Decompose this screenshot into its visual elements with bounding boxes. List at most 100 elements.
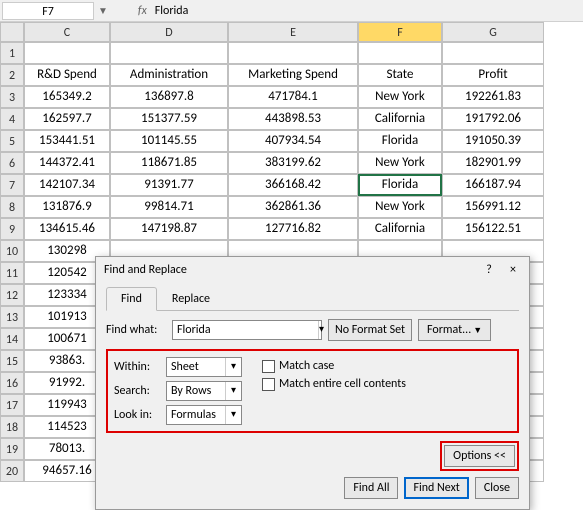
cell[interactable]: 156991.12 (442, 196, 544, 218)
help-icon[interactable]: ? (481, 263, 497, 277)
row-header[interactable]: 1 (0, 42, 24, 64)
row-header[interactable]: 18 (0, 416, 24, 438)
fx-icon[interactable]: fx (138, 4, 147, 18)
chevron-down-icon[interactable]: ▾ (318, 321, 324, 339)
find-what-input[interactable]: ▾ (172, 320, 322, 340)
cell[interactable]: 383199.62 (228, 152, 358, 174)
cell[interactable]: 134615.46 (24, 218, 110, 240)
cell[interactable]: 118671.85 (110, 152, 228, 174)
row-header[interactable]: 9 (0, 218, 24, 240)
cell[interactable]: 366168.42 (228, 174, 358, 196)
row-header[interactable]: 12 (0, 284, 24, 306)
row-header[interactable]: 5 (0, 130, 24, 152)
within-label: Within: (114, 360, 160, 374)
active-cell[interactable]: Florida (358, 174, 442, 196)
search-label: Search: (114, 384, 160, 398)
table-header[interactable]: State (358, 64, 442, 86)
col-header[interactable]: D (110, 22, 228, 42)
cell[interactable]: 162597.7 (24, 108, 110, 130)
row-header[interactable]: 6 (0, 152, 24, 174)
cell[interactable]: 182901.99 (442, 152, 544, 174)
close-button[interactable]: Close (475, 477, 519, 499)
row-header[interactable]: 3 (0, 86, 24, 108)
row-header[interactable]: 8 (0, 196, 24, 218)
cell[interactable]: 471784.1 (228, 86, 358, 108)
cell[interactable]: 127716.82 (228, 218, 358, 240)
chevron-down-icon: ▼ (473, 325, 482, 336)
row-header[interactable]: 15 (0, 350, 24, 372)
lookin-select[interactable]: Formulas▾ (166, 405, 242, 425)
within-select[interactable]: Sheet▾ (166, 357, 242, 377)
table-header[interactable]: Marketing Spend (228, 64, 358, 86)
options-button-highlight: Options << (440, 441, 519, 471)
row-header[interactable]: 20 (0, 460, 24, 482)
format-button[interactable]: Format... ▼ (418, 319, 491, 341)
cell[interactable]: 101145.55 (110, 130, 228, 152)
search-select[interactable]: By Rows▾ (166, 381, 242, 401)
cell[interactable]: New York (358, 152, 442, 174)
no-format-button[interactable]: No Format Set (328, 319, 412, 341)
cell[interactable]: 156122.51 (442, 218, 544, 240)
table-header[interactable]: Profit (442, 64, 544, 86)
cell[interactable]: 166187.94 (442, 174, 544, 196)
cell[interactable]: 362861.36 (228, 196, 358, 218)
cell[interactable]: New York (358, 196, 442, 218)
row-header[interactable]: 2 (0, 64, 24, 86)
cell[interactable]: 191792.06 (442, 108, 544, 130)
options-group: Within: Sheet▾ Search: By Rows▾ Look in:… (106, 349, 519, 433)
tab-replace[interactable]: Replace (157, 287, 225, 310)
find-next-button[interactable]: Find Next (404, 477, 468, 499)
col-header[interactable]: F (358, 22, 442, 42)
cell[interactable]: New York (358, 86, 442, 108)
cell[interactable]: 144372.41 (24, 152, 110, 174)
close-icon[interactable]: × (505, 263, 521, 277)
table-header[interactable]: R&D Spend (24, 64, 110, 86)
select-all-corner[interactable] (0, 22, 24, 42)
namebox-dropdown-icon[interactable]: ▼ (98, 4, 108, 17)
row-header[interactable]: 14 (0, 328, 24, 350)
cell[interactable]: 136897.8 (110, 86, 228, 108)
row-header[interactable]: 13 (0, 306, 24, 328)
cell[interactable]: 191050.39 (442, 130, 544, 152)
name-box[interactable]: F7 (2, 2, 94, 20)
cell[interactable]: 192261.83 (442, 86, 544, 108)
cell[interactable]: 151377.59 (110, 108, 228, 130)
row-header[interactable]: 19 (0, 438, 24, 460)
options-button[interactable]: Options << (444, 445, 515, 467)
cell[interactable]: 99814.71 (110, 196, 228, 218)
match-case-checkbox[interactable] (262, 360, 275, 373)
cell[interactable]: 407934.54 (228, 130, 358, 152)
col-header[interactable]: C (24, 22, 110, 42)
cell[interactable]: 147198.87 (110, 218, 228, 240)
row-header[interactable]: 4 (0, 108, 24, 130)
find-what-label: Find what: (106, 323, 166, 337)
lookin-label: Look in: (114, 408, 160, 422)
row-header[interactable]: 11 (0, 262, 24, 284)
cell[interactable]: 131876.9 (24, 196, 110, 218)
row-header[interactable]: 17 (0, 394, 24, 416)
cell[interactable]: 443898.53 (228, 108, 358, 130)
col-header[interactable]: G (442, 22, 544, 42)
row-header[interactable]: 7 (0, 174, 24, 196)
chevron-down-icon[interactable]: ▾ (225, 406, 241, 424)
chevron-down-icon[interactable]: ▾ (225, 358, 241, 376)
col-header[interactable]: E (228, 22, 358, 42)
cell[interactable]: 91391.77 (110, 174, 228, 196)
tab-find[interactable]: Find (106, 287, 157, 311)
find-all-button[interactable]: Find All (344, 477, 398, 499)
cell[interactable]: 153441.51 (24, 130, 110, 152)
find-what-field[interactable] (173, 321, 318, 339)
row-header[interactable]: 16 (0, 372, 24, 394)
row-header[interactable]: 10 (0, 240, 24, 262)
chevron-down-icon[interactable]: ▾ (225, 382, 241, 400)
match-entire-checkbox[interactable] (262, 378, 275, 391)
formula-input[interactable]: Florida (153, 2, 191, 20)
cell[interactable]: 165349.2 (24, 86, 110, 108)
dialog-titlebar[interactable]: Find and Replace ? × (96, 257, 529, 283)
cell[interactable]: 142107.34 (24, 174, 110, 196)
table-header[interactable]: Administration (110, 64, 228, 86)
cell[interactable]: California (358, 218, 442, 240)
cell[interactable]: California (358, 108, 442, 130)
formula-bar: F7 ▼ fx Florida (0, 0, 583, 22)
cell[interactable]: Florida (358, 130, 442, 152)
